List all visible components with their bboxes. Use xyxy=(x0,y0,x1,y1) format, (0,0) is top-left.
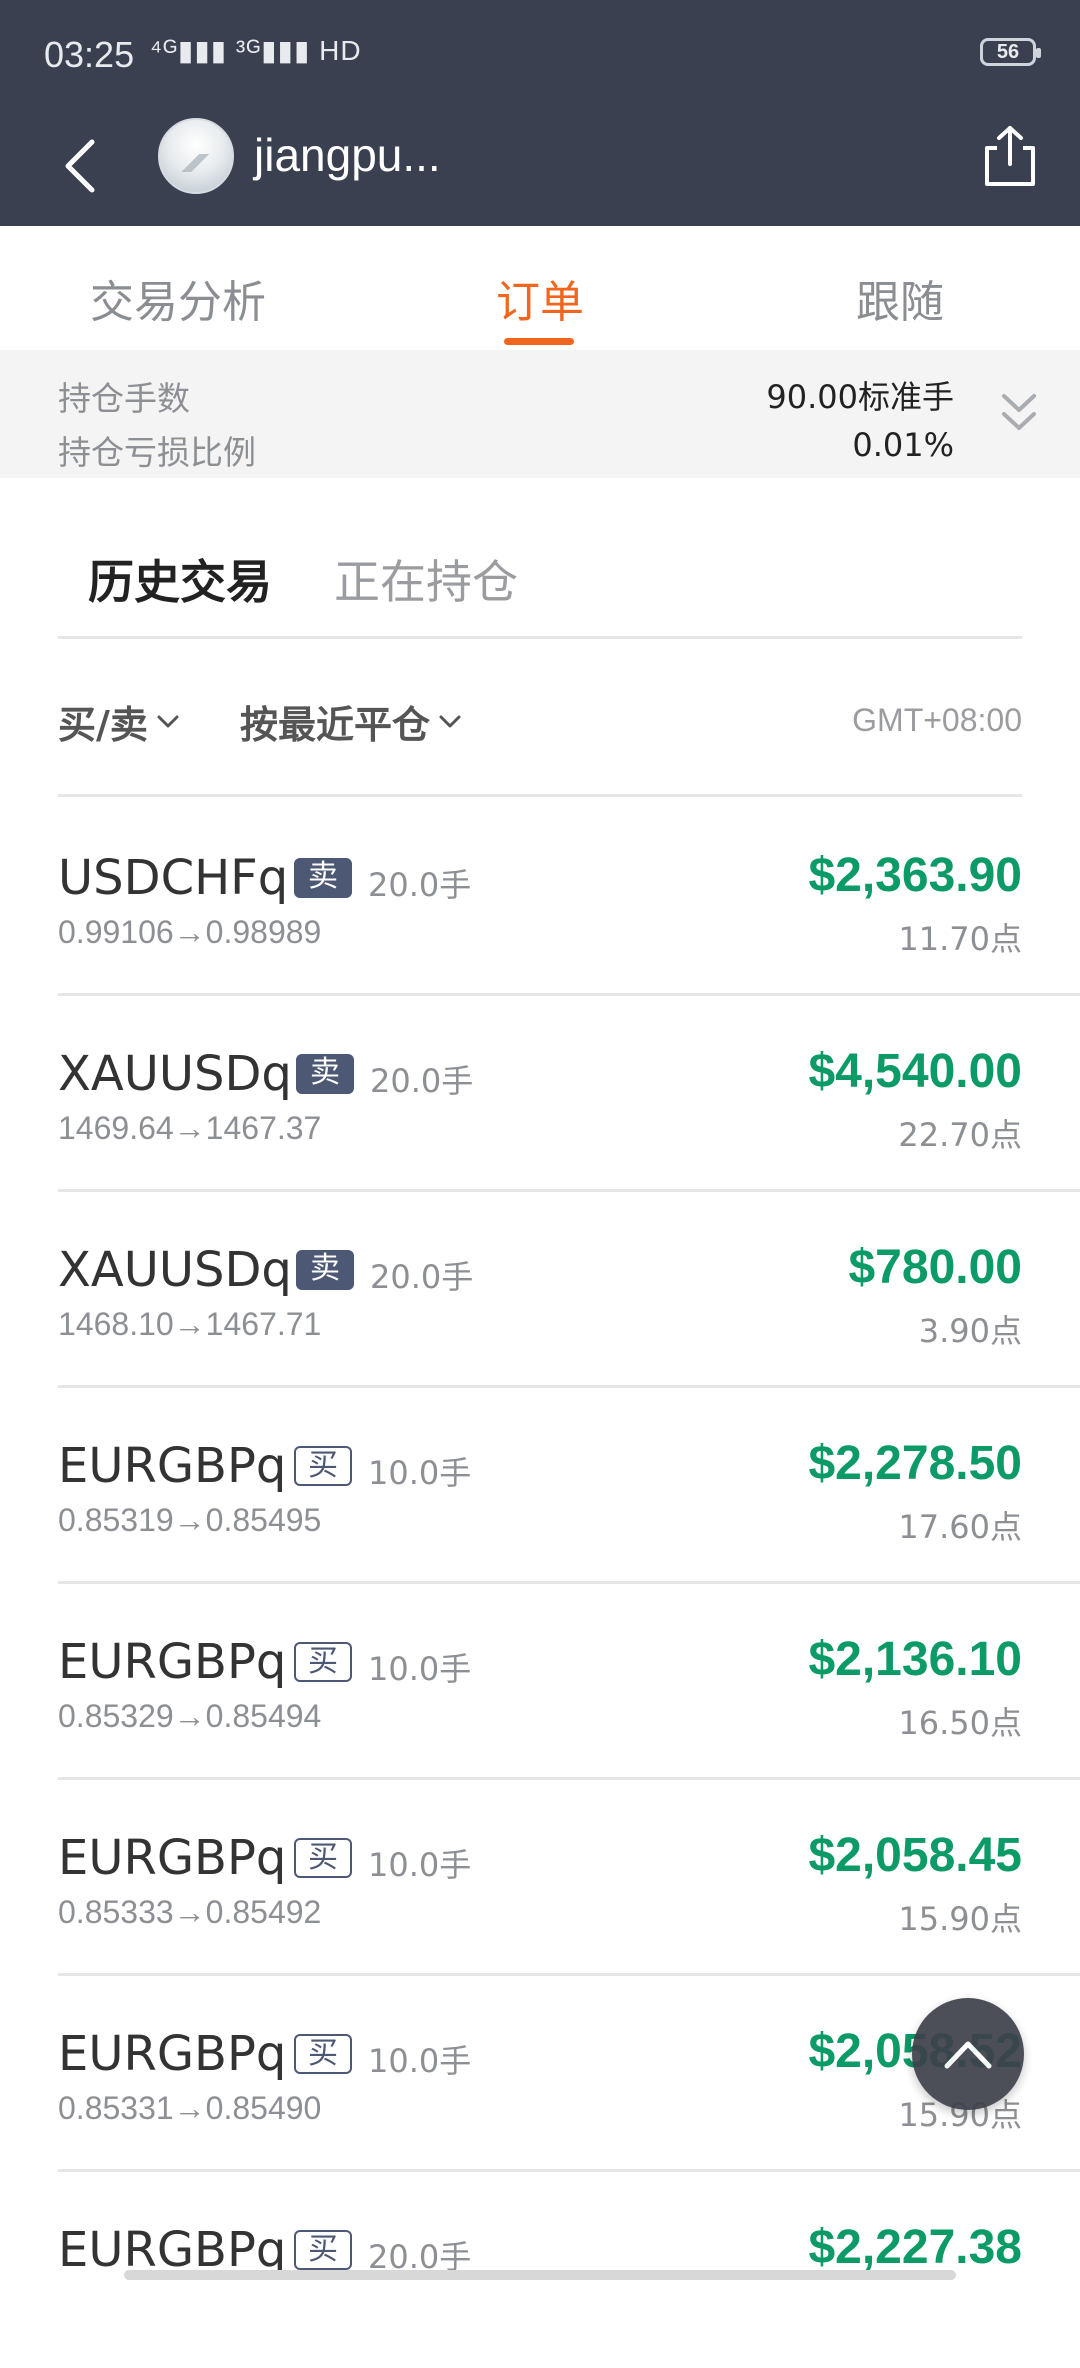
tab-follow[interactable]: 跟随 xyxy=(856,266,944,330)
app-header: jiangpu... xyxy=(0,110,1080,226)
signal-indicators: ⁴ᴳ▮▮▮ ³ᴳ▮▮▮ HD xyxy=(150,35,362,66)
order-prices: 1469.64→1467.37 xyxy=(58,1110,322,1146)
timezone-label: GMT+08:00 xyxy=(852,702,1022,738)
sort-filter-label: 按最近平仓 xyxy=(240,703,431,747)
order-profit: $2,363.90 xyxy=(808,849,1022,902)
order-subtabs: 历史交易 正在持仓 xyxy=(0,478,1080,639)
chevron-down-icon xyxy=(157,715,179,727)
scrollbar xyxy=(124,2270,956,2280)
battery-icon: 56 xyxy=(980,38,1041,66)
order-symbol: EURGBPq xyxy=(58,1438,287,1494)
scroll-to-top-button[interactable] xyxy=(912,1998,1024,2110)
order-lots: 20.0手 xyxy=(368,866,472,904)
position-summary: 持仓手数 90.00标准手 持仓亏损比例 0.01% xyxy=(0,350,1080,478)
user-name[interactable]: jiangpu... xyxy=(254,128,441,182)
order-prices: 1468.10→1467.71 xyxy=(58,1306,322,1342)
tab-trade-analysis[interactable]: 交易分析 xyxy=(90,266,266,330)
order-symbol: EURGBPq xyxy=(58,2026,287,2082)
side-badge: 买 xyxy=(294,1642,352,1682)
divider xyxy=(58,636,1022,639)
order-points: 11.70点 xyxy=(898,920,1022,958)
order-prices: 0.85331→0.85490 xyxy=(58,2090,322,2126)
side-badge: 卖 xyxy=(296,1054,354,1094)
side-filter-label: 买/卖 xyxy=(58,703,148,747)
double-chevron-down-icon[interactable] xyxy=(998,388,1040,438)
status-time: 03:25 xyxy=(44,34,135,75)
side-badge: 买 xyxy=(294,2034,352,2074)
subtab-open-positions[interactable]: 正在持仓 xyxy=(334,546,518,612)
divider xyxy=(58,794,1022,797)
order-points: 16.50点 xyxy=(898,1704,1022,1742)
side-badge: 买 xyxy=(294,1838,352,1878)
side-badge: 卖 xyxy=(296,1250,354,1290)
order-symbol: XAUUSDq xyxy=(58,1046,292,1102)
avatar[interactable] xyxy=(158,118,234,194)
order-row[interactable]: XAUUSDq 卖 20.0手 1468.10→1467.71 $780.00 … xyxy=(0,1192,1080,1388)
filter-bar: 买/卖 按最近平仓 GMT+08:00 xyxy=(0,640,1080,798)
sort-filter[interactable]: 按最近平仓 xyxy=(240,694,462,749)
positions-label: 持仓手数 xyxy=(58,379,190,418)
side-badge: 买 xyxy=(294,1446,352,1486)
active-tab-indicator xyxy=(504,338,574,345)
order-profit: $2,278.50 xyxy=(808,1437,1022,1490)
order-points: 17.60点 xyxy=(898,1508,1022,1546)
order-lots: 10.0手 xyxy=(368,1454,472,1492)
positions-value: 90.00标准手 xyxy=(766,378,954,416)
order-symbol: EURGBPq xyxy=(58,1830,287,1886)
order-prices: 0.85333→0.85492 xyxy=(58,1894,322,1930)
order-row[interactable]: EURGBPq 买 10.0手 0.85329→0.85494 $2,136.1… xyxy=(0,1584,1080,1780)
side-badge: 卖 xyxy=(294,858,352,898)
order-symbol: XAUUSDq xyxy=(58,1242,292,1298)
order-profit: $2,227.38 xyxy=(808,2221,1022,2274)
pl-ratio-label: 持仓亏损比例 xyxy=(58,433,256,472)
order-symbol: EURGBPq xyxy=(58,1634,287,1690)
order-profit: $2,058.45 xyxy=(808,1829,1022,1882)
subtab-history[interactable]: 历史交易 xyxy=(88,546,272,612)
order-row[interactable]: XAUUSDq 卖 20.0手 1469.64→1467.37 $4,540.0… xyxy=(0,996,1080,1192)
main-tabs: 交易分析 订单 跟随 xyxy=(0,226,1080,350)
order-prices: 0.99106→0.98989 xyxy=(58,914,322,950)
back-button[interactable] xyxy=(40,126,120,206)
share-button[interactable] xyxy=(970,116,1050,196)
tab-orders[interactable]: 订单 xyxy=(496,266,584,330)
order-profit: $4,540.00 xyxy=(808,1045,1022,1098)
top-bar: 03:25 ⁴ᴳ▮▮▮ ³ᴳ▮▮▮ HD 56 jiangpu... xyxy=(0,0,1080,226)
chevron-up-icon xyxy=(944,2041,992,2069)
order-symbol: USDCHFq xyxy=(58,850,289,906)
order-points: 15.90点 xyxy=(898,1900,1022,1938)
side-filter[interactable]: 买/卖 xyxy=(58,694,180,749)
order-lots: 10.0手 xyxy=(368,2042,472,2080)
side-badge: 买 xyxy=(294,2230,352,2270)
order-lots: 10.0手 xyxy=(368,1650,472,1688)
order-prices: 0.85319→0.85495 xyxy=(58,1502,322,1538)
order-profit: $2,136.10 xyxy=(808,1633,1022,1686)
order-points: 3.90点 xyxy=(918,1312,1022,1350)
pl-ratio-value: 0.01% xyxy=(852,426,954,464)
order-row[interactable]: USDCHFq 卖 20.0手 0.99106→0.98989 $2,363.9… xyxy=(0,800,1080,996)
order-row[interactable]: EURGBPq 买 10.0手 0.85333→0.85492 $2,058.4… xyxy=(0,1780,1080,1976)
order-row[interactable]: EURGBPq 买 10.0手 0.85319→0.85495 $2,278.5… xyxy=(0,1388,1080,1584)
order-points: 22.70点 xyxy=(898,1116,1022,1154)
chevron-down-icon xyxy=(439,715,461,727)
chevron-left-icon xyxy=(65,139,95,193)
order-lots: 10.0手 xyxy=(368,1846,472,1884)
order-profit: $780.00 xyxy=(848,1241,1022,1294)
share-icon xyxy=(985,126,1035,186)
order-prices: 0.85329→0.85494 xyxy=(58,1698,322,1734)
order-lots: 20.0手 xyxy=(370,1258,474,1296)
status-bar: 03:25 ⁴ᴳ▮▮▮ ³ᴳ▮▮▮ HD 56 xyxy=(0,0,1080,110)
order-lots: 20.0手 xyxy=(370,1062,474,1100)
